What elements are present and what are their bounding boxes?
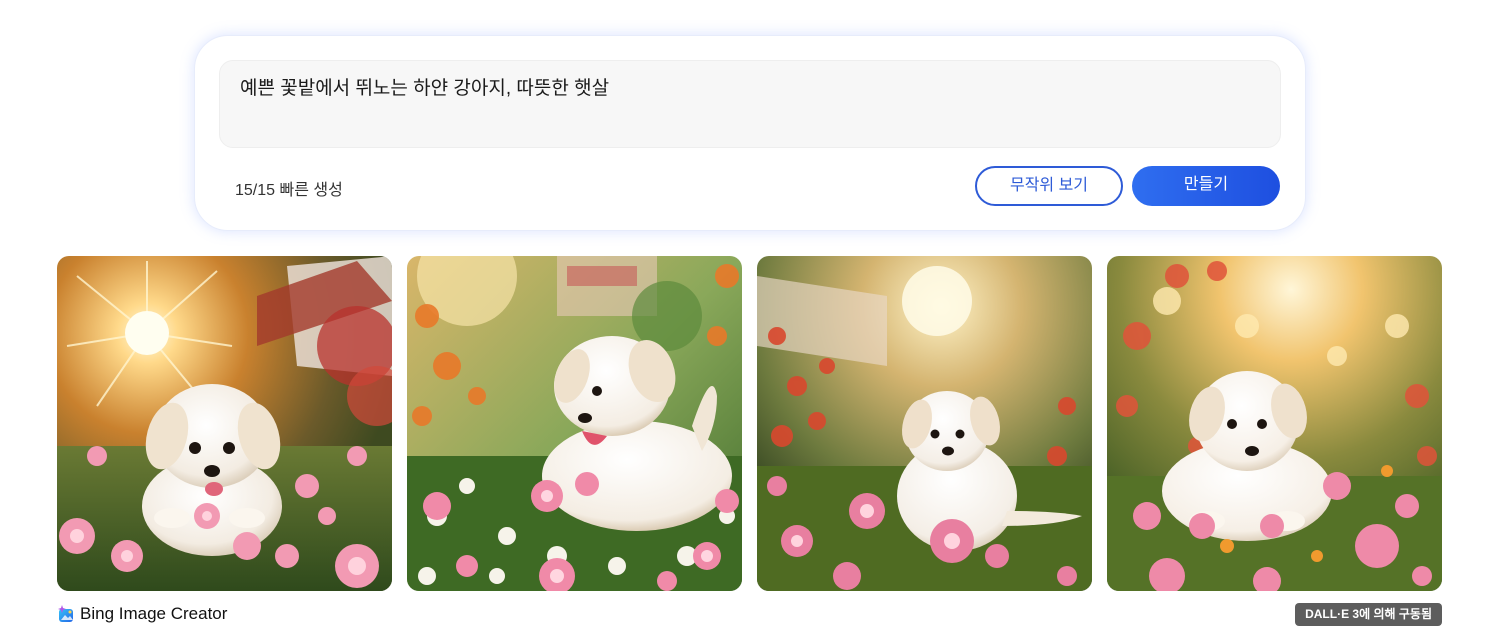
prompt-card: 예쁜 꽃밭에서 뛰노는 하얀 강아지, 따뜻한 햇살 15/15 빠른 생성 무…: [194, 35, 1306, 231]
prompt-text: 예쁜 꽃밭에서 뛰노는 하얀 강아지, 따뜻한 햇살: [240, 78, 610, 99]
generated-image-4[interactable]: [1107, 256, 1442, 591]
generated-image-3[interactable]: [757, 256, 1092, 591]
powered-by-badge: DALL·E 3에 의해 구동됨: [1295, 603, 1442, 626]
surprise-me-button[interactable]: 무작위 보기: [975, 166, 1123, 206]
create-button[interactable]: 만들기: [1132, 166, 1280, 206]
brand[interactable]: Bing Image Creator: [57, 603, 227, 625]
generated-image-2[interactable]: [407, 256, 742, 591]
brand-name: Bing Image Creator: [80, 604, 228, 623]
generated-image-1[interactable]: [57, 256, 392, 591]
prompt-input[interactable]: 예쁜 꽃밭에서 뛰노는 하얀 강아지, 따뜻한 햇살: [219, 60, 1281, 148]
image-creator-page: 예쁜 꽃밭에서 뛰노는 하얀 강아지, 따뜻한 햇살 15/15 빠른 생성 무…: [0, 0, 1498, 640]
image-creator-logo-icon: [58, 605, 73, 622]
boost-count: 15/15 빠른 생성: [235, 182, 343, 199]
